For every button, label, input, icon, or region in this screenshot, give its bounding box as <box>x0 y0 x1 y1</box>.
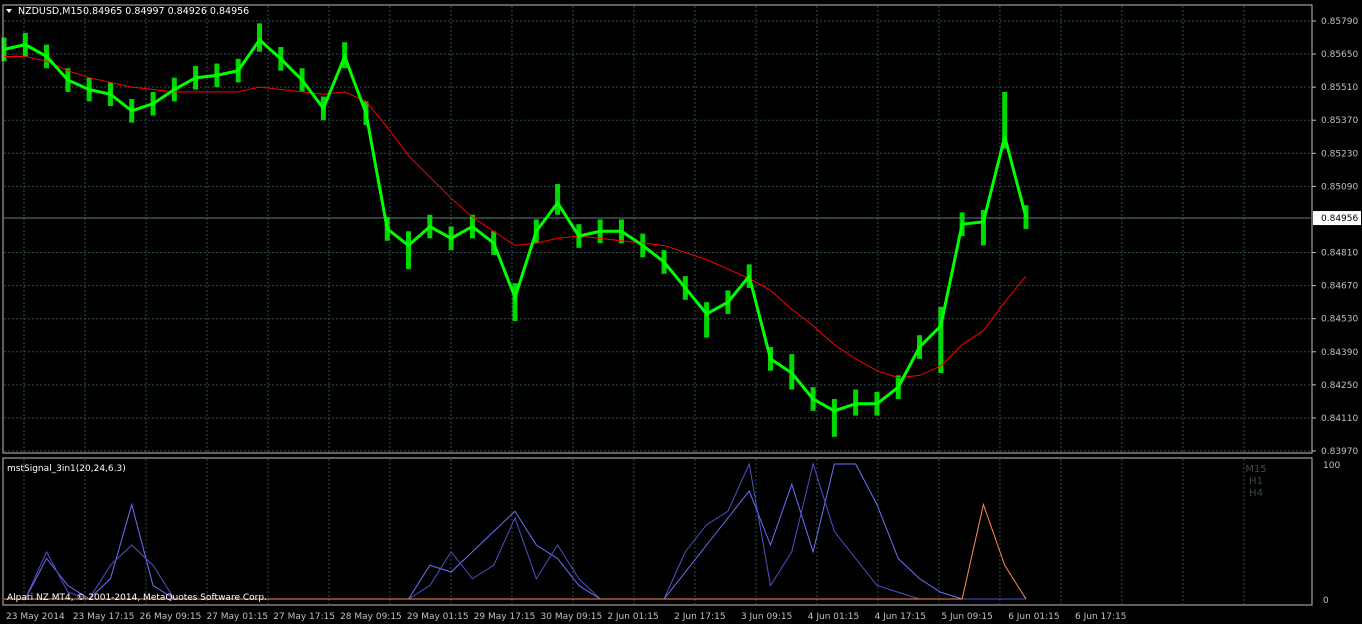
price-tick-label: 0.83970 <box>1321 447 1358 457</box>
time-tick-label: 29 May 01:15 <box>407 612 469 622</box>
time-tick-label: 29 May 17:15 <box>474 612 536 622</box>
time-tick-label: 4 Jun 01:15 <box>808 612 859 622</box>
time-tick-label: 27 May 01:15 <box>206 612 268 622</box>
indicator-tick-label: 100 <box>1323 461 1340 471</box>
time-tick-label: 6 Jun 17:15 <box>1075 612 1126 622</box>
chart-header[interactable]: NZDUSD,M15 0.84965 0.84997 0.84926 0.849… <box>6 6 249 17</box>
chart-canvas[interactable]: NZDUSD,M15 0.84965 0.84997 0.84926 0.849… <box>0 0 1362 624</box>
price-tick-label: 0.84250 <box>1321 381 1358 391</box>
timeframe-label: M15 <box>1245 464 1266 475</box>
indicator-title: mstSignal_3in1(20,24,6.3) <box>7 464 126 474</box>
current-price-label: 0.84956 <box>1321 214 1358 224</box>
time-tick-label: 4 Jun 17:15 <box>875 612 926 622</box>
price-tick-label: 0.84810 <box>1321 249 1358 259</box>
indicator-tick-label: 0 <box>1323 596 1329 606</box>
price-tick-label: 0.85650 <box>1321 50 1358 60</box>
watermark: Alpari NZ MT4, © 2001-2014, MetaQuotes S… <box>7 593 267 603</box>
price-tick-label: 0.84110 <box>1321 414 1358 424</box>
price-tick-label: 0.84670 <box>1321 282 1358 292</box>
time-axis: 23 May 2014 23 May 17:15 26 May 09:15 27 Ma… <box>6 612 1126 622</box>
timeframe-label: H1 <box>1249 476 1263 487</box>
time-tick-label: 23 May 2014 <box>6 612 65 622</box>
price-tick-label: 0.84390 <box>1321 348 1358 358</box>
time-tick-label: 2 Jun 17:15 <box>674 612 725 622</box>
current-price-marker: 0.84956 <box>1313 211 1361 226</box>
time-tick-label: 6 Jun 01:15 <box>1008 612 1059 622</box>
symbol-label: NZDUSD,M15 <box>18 6 83 17</box>
time-tick-label: 28 May 09:15 <box>340 612 402 622</box>
price-tick-label: 0.85790 <box>1321 17 1358 27</box>
timeframe-label: H4 <box>1249 488 1263 499</box>
trading-terminal-chart: NZDUSD,M15 0.84965 0.84997 0.84926 0.849… <box>0 0 1362 624</box>
chart-background <box>0 0 1362 624</box>
time-tick-label: 23 May 17:15 <box>73 612 135 622</box>
time-tick-label: 3 Jun 09:15 <box>741 612 792 622</box>
time-tick-label: 5 Jun 09:15 <box>941 612 992 622</box>
price-tick-label: 0.85230 <box>1321 149 1358 159</box>
time-tick-label: 27 May 17:15 <box>273 612 335 622</box>
price-tick-label: 0.85090 <box>1321 182 1358 192</box>
time-tick-label: 30 May 09:15 <box>541 612 603 622</box>
time-tick-label: 26 May 09:15 <box>140 612 202 622</box>
price-tick-label: 0.85370 <box>1321 116 1358 126</box>
price-tick-label: 0.85510 <box>1321 83 1358 93</box>
time-tick-label: 2 Jun 01:15 <box>607 612 658 622</box>
ohlc-label: 0.84965 0.84997 0.84926 0.84956 <box>83 6 249 17</box>
price-tick-label: 0.84530 <box>1321 315 1358 325</box>
